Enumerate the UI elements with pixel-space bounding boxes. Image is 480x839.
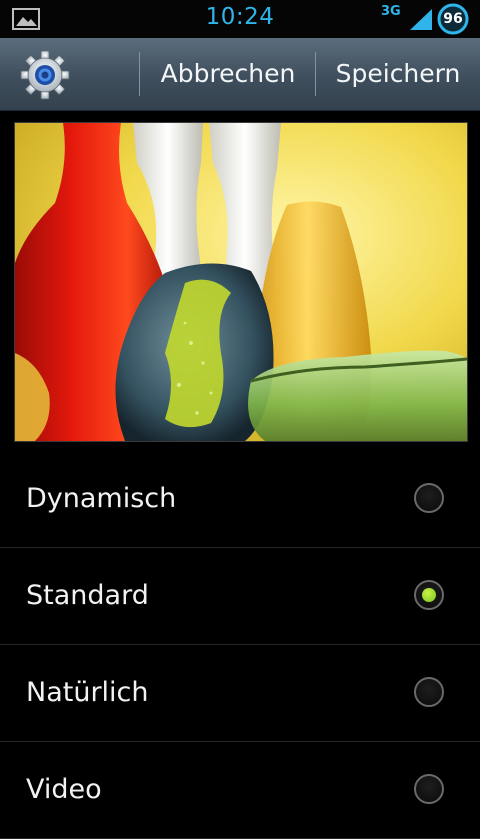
radio-button[interactable] xyxy=(414,483,444,513)
network-type: 3G xyxy=(381,4,401,19)
option-label: Video xyxy=(26,774,102,805)
action-bar: Abbrechen Speichern xyxy=(0,38,480,111)
divider xyxy=(315,52,316,96)
color-mode-list: Dynamisch Standard Natürlich Video xyxy=(0,451,480,839)
list-item-natuerlich[interactable]: Natürlich xyxy=(0,645,480,742)
preview-image xyxy=(14,122,468,442)
radio-button[interactable] xyxy=(414,677,444,707)
list-item-video[interactable]: Video xyxy=(0,742,480,839)
list-item-dynamisch[interactable]: Dynamisch xyxy=(0,451,480,548)
signal-icon xyxy=(410,9,432,30)
save-button[interactable]: Speichern xyxy=(318,38,478,110)
gear-icon[interactable] xyxy=(20,50,70,100)
option-label: Dynamisch xyxy=(26,483,177,514)
status-bar: 10:24 3G 96 xyxy=(0,0,480,38)
cancel-button[interactable]: Abbrechen xyxy=(143,38,313,110)
option-label: Standard xyxy=(26,580,149,611)
radio-button-selected[interactable] xyxy=(414,580,444,610)
battery-level: 96 xyxy=(443,11,463,27)
option-label: Natürlich xyxy=(26,677,149,708)
list-item-standard[interactable]: Standard xyxy=(0,548,480,645)
glass-vases-photo xyxy=(15,123,467,441)
divider xyxy=(139,52,140,96)
